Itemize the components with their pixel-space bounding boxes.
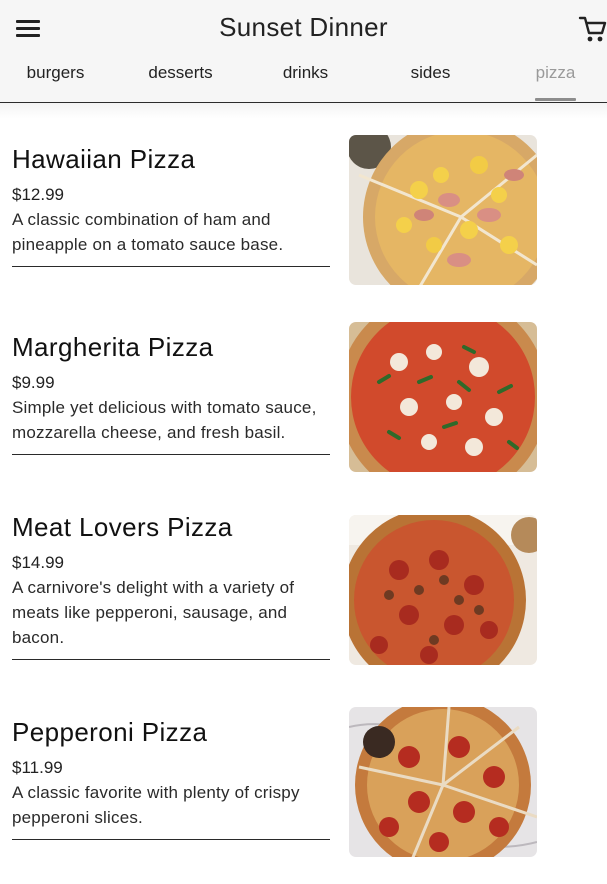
item-price: $12.99 bbox=[12, 185, 64, 204]
category-tabs: burgers desserts drinks sides pizza bbox=[0, 60, 607, 102]
item-price: $14.99 bbox=[12, 553, 64, 572]
item-name: Margherita Pizza bbox=[12, 332, 214, 362]
item-divider bbox=[12, 659, 330, 660]
item-photo[interactable] bbox=[349, 707, 537, 857]
tab-burgers[interactable]: burgers bbox=[0, 60, 118, 102]
item-name: Pepperoni Pizza bbox=[12, 717, 208, 747]
tab-desserts[interactable]: desserts bbox=[118, 60, 243, 102]
item-photo[interactable] bbox=[349, 135, 537, 285]
item-price: $9.99 bbox=[12, 373, 55, 392]
item-description: A carnivore's delight with a variety of … bbox=[12, 578, 295, 647]
tab-sides[interactable]: sides bbox=[368, 60, 493, 102]
shopping-cart-icon[interactable] bbox=[578, 14, 607, 44]
item-price: $11.99 bbox=[12, 758, 63, 777]
tab-drinks[interactable]: drinks bbox=[243, 60, 368, 102]
item-name: Meat Lovers Pizza bbox=[12, 512, 233, 542]
item-name: Hawaiian Pizza bbox=[12, 144, 196, 174]
app-bar-shadow bbox=[0, 103, 607, 119]
page-title: Sunset Dinner bbox=[219, 12, 388, 42]
item-description: A classic favorite with plenty of crispy… bbox=[12, 783, 300, 827]
item-divider bbox=[12, 266, 330, 267]
item-divider bbox=[12, 454, 330, 455]
item-photo[interactable] bbox=[349, 515, 537, 665]
item-description: Simple yet delicious with tomato sauce, … bbox=[12, 398, 317, 442]
app-bar: Sunset Dinner burgers desserts drinks si… bbox=[0, 0, 607, 103]
item-description: A classic combination of ham and pineapp… bbox=[12, 210, 284, 254]
item-divider bbox=[12, 839, 330, 840]
active-tab-indicator bbox=[535, 98, 576, 101]
tab-pizza[interactable]: pizza bbox=[493, 60, 607, 102]
item-photo[interactable] bbox=[349, 322, 537, 472]
